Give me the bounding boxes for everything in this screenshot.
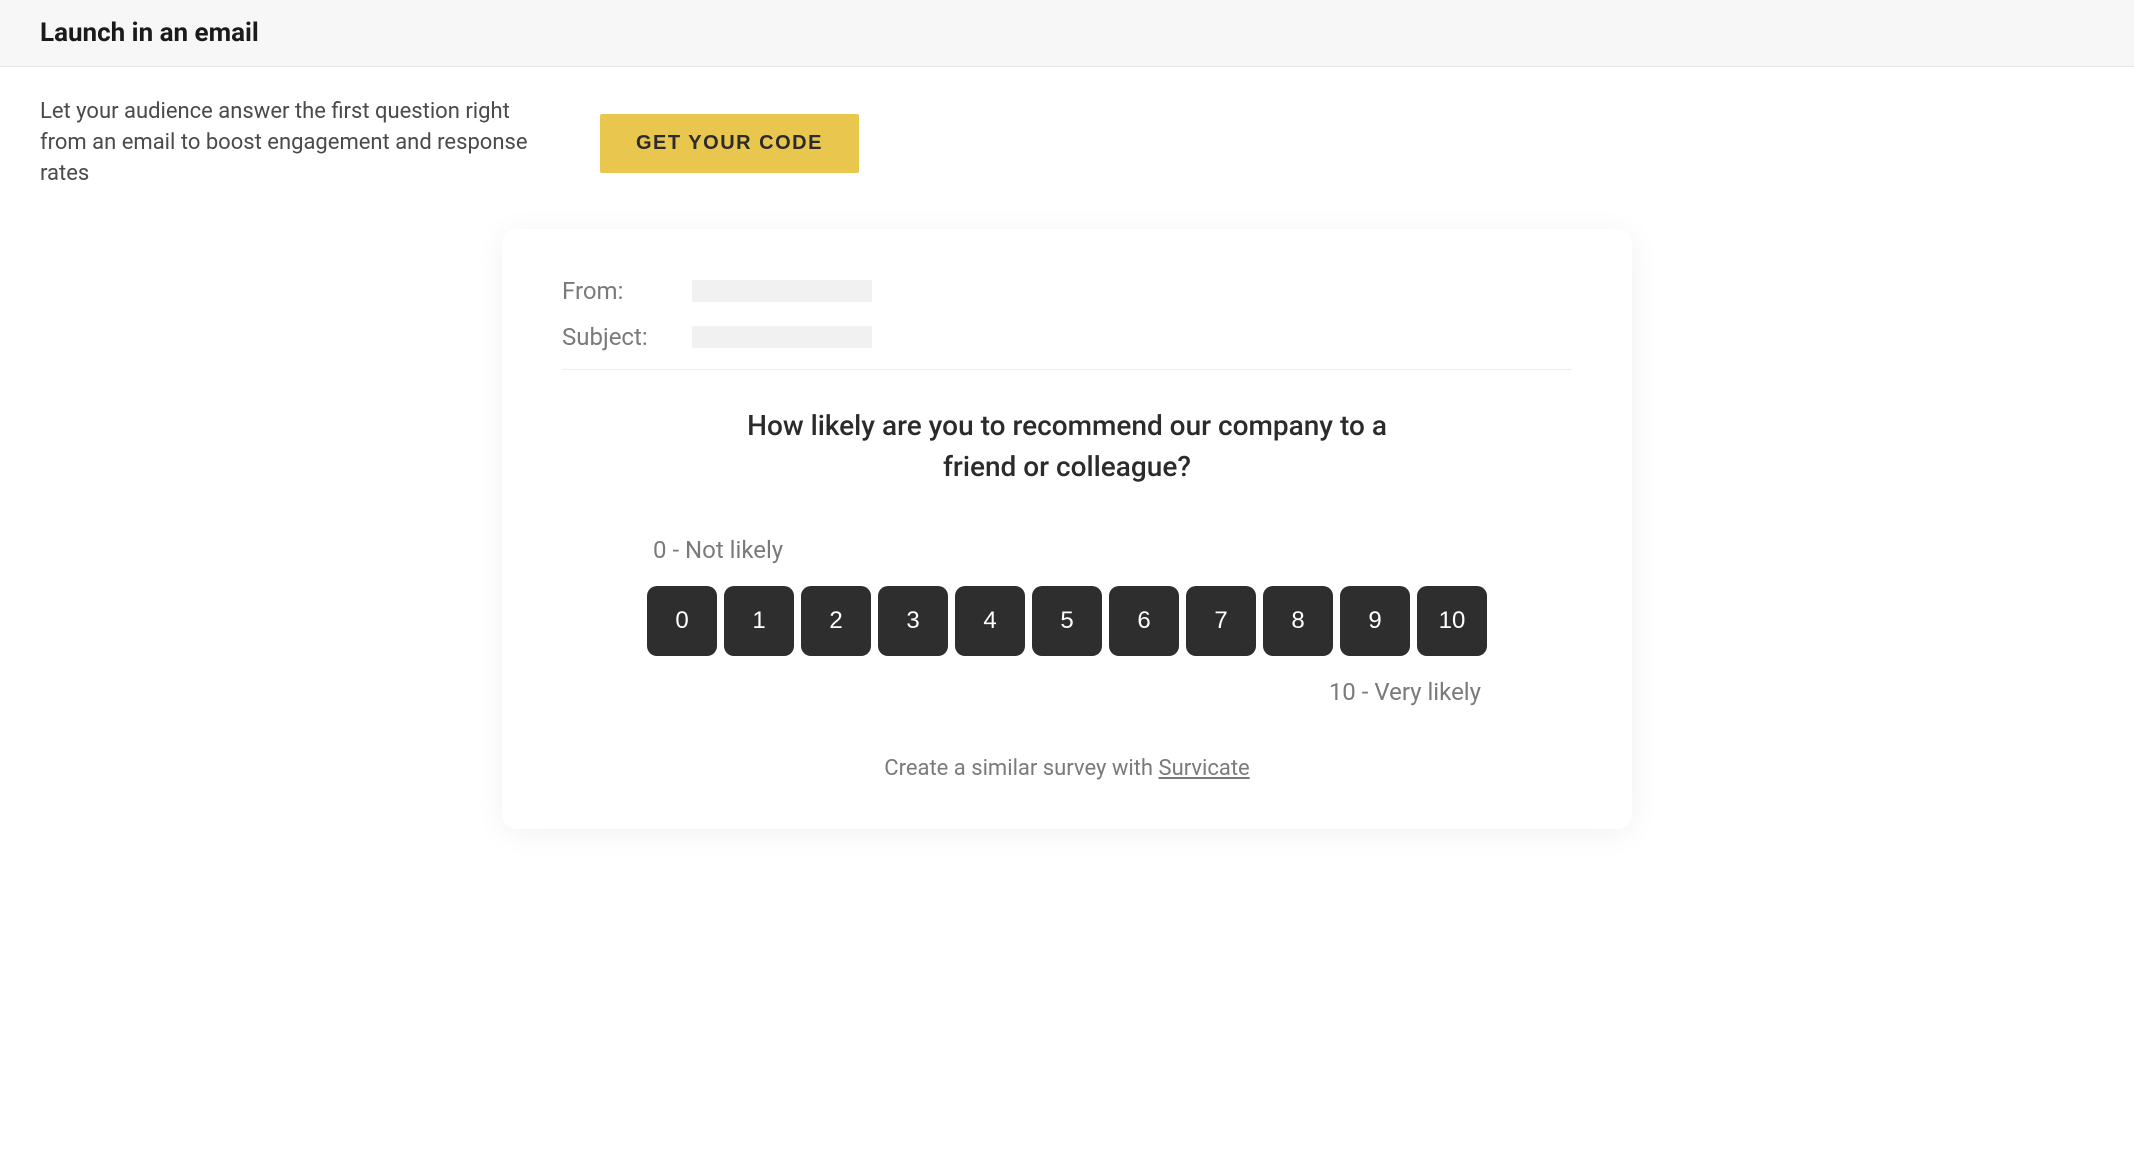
scale-low-label: 0 - Not likely bbox=[647, 536, 1487, 564]
scale-button-8[interactable]: 8 bbox=[1263, 586, 1333, 656]
footer-text: Create a similar survey with bbox=[884, 756, 1158, 781]
get-your-code-button[interactable]: GET YOUR CODE bbox=[600, 114, 859, 173]
scale-button-3[interactable]: 3 bbox=[878, 586, 948, 656]
scale-button-5[interactable]: 5 bbox=[1032, 586, 1102, 656]
from-label: From: bbox=[562, 277, 692, 305]
nps-scale: 0 - Not likely 0 1 2 3 4 5 6 7 8 9 10 10… bbox=[647, 536, 1487, 706]
scale-button-10[interactable]: 10 bbox=[1417, 586, 1487, 656]
meta-divider bbox=[562, 369, 1572, 370]
page-title: Launch in an email bbox=[40, 18, 2094, 48]
subject-value-placeholder bbox=[692, 326, 872, 348]
scale-button-0[interactable]: 0 bbox=[647, 586, 717, 656]
scale-button-1[interactable]: 1 bbox=[724, 586, 794, 656]
page-header: Launch in an email bbox=[0, 0, 2134, 67]
subject-label: Subject: bbox=[562, 323, 692, 351]
intro-description: Let your audience answer the first quest… bbox=[40, 97, 560, 189]
subject-row: Subject: bbox=[562, 323, 1572, 351]
scale-button-9[interactable]: 9 bbox=[1340, 586, 1410, 656]
scale-button-7[interactable]: 7 bbox=[1186, 586, 1256, 656]
email-preview-card: From: Subject: How likely are you to rec… bbox=[502, 229, 1632, 828]
scale-button-2[interactable]: 2 bbox=[801, 586, 871, 656]
scale-button-6[interactable]: 6 bbox=[1109, 586, 1179, 656]
intro-section: Let your audience answer the first quest… bbox=[0, 67, 2134, 229]
scale-buttons-row: 0 1 2 3 4 5 6 7 8 9 10 bbox=[647, 586, 1487, 656]
from-value-placeholder bbox=[692, 280, 872, 302]
survey-question: How likely are you to recommend our comp… bbox=[707, 406, 1427, 487]
scale-high-label: 10 - Very likely bbox=[647, 678, 1487, 706]
scale-button-4[interactable]: 4 bbox=[955, 586, 1025, 656]
from-row: From: bbox=[562, 277, 1572, 305]
survicate-link[interactable]: Survicate bbox=[1159, 756, 1250, 781]
preview-footer: Create a similar survey with Survicate bbox=[562, 756, 1572, 781]
